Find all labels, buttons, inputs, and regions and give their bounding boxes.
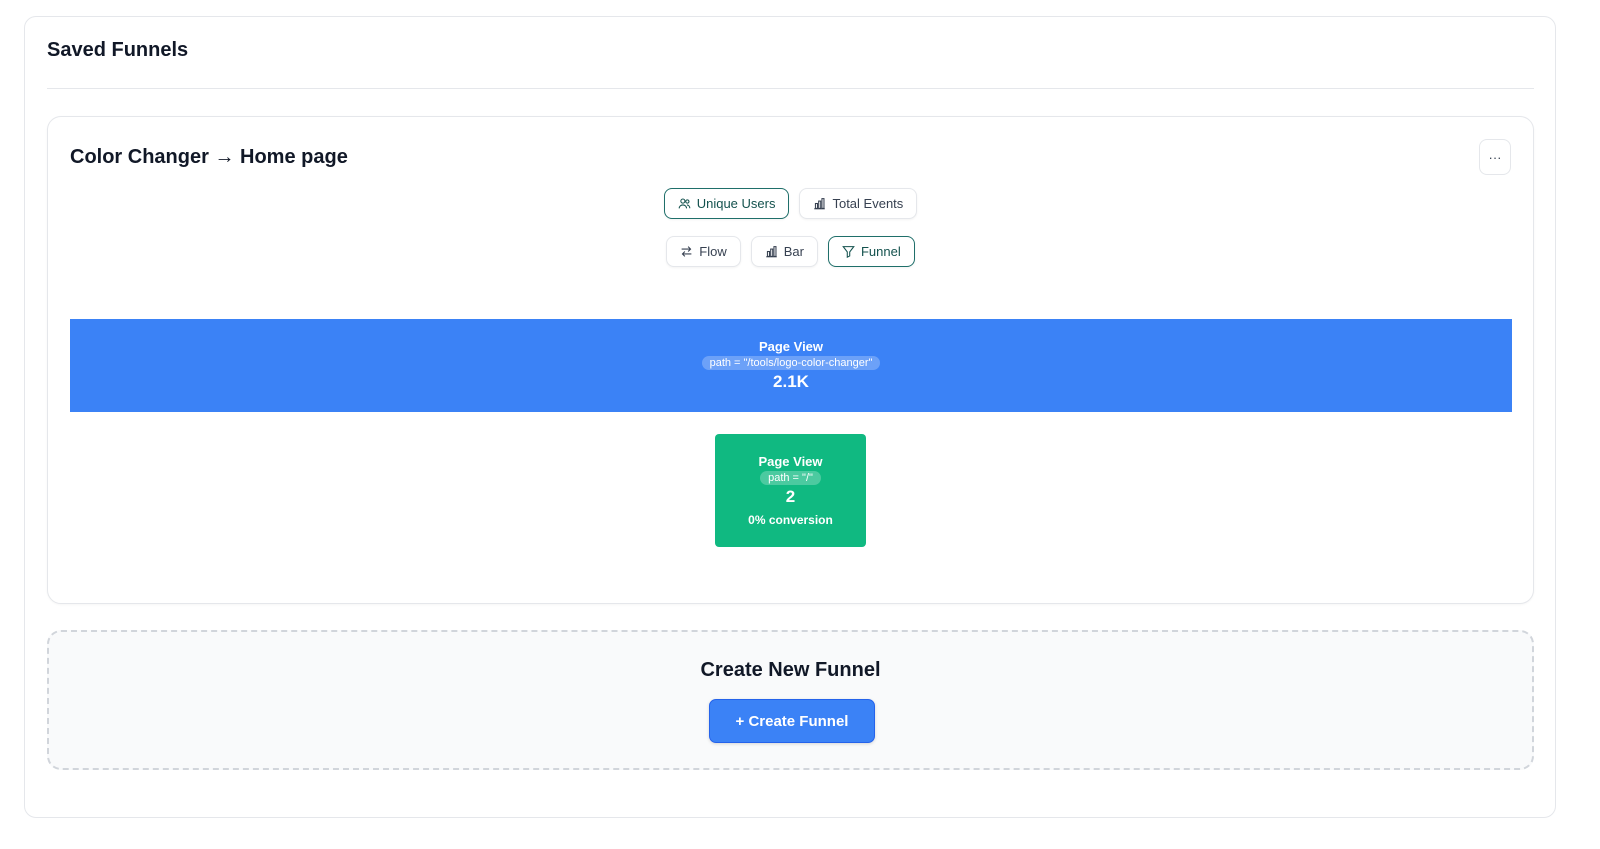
funnel-title: Color Changer → Home page [70, 146, 348, 168]
create-funnel-button[interactable]: + Create Funnel [709, 699, 875, 743]
create-funnel-panel: Create New Funnel + Create Funnel [47, 630, 1534, 770]
flow-view-toggle[interactable]: Flow [666, 236, 741, 267]
section-title: Saved Funnels [47, 39, 189, 61]
metric-toggle-group: Unique Users Total Events [48, 188, 1533, 219]
unique-users-toggle[interactable]: Unique Users [663, 188, 790, 219]
funnel-icon [842, 246, 855, 258]
arrows-swap-icon [681, 246, 692, 257]
funnel-card: Color Changer → Home page ··· Unique Use… [47, 116, 1534, 604]
funnel-label: Funnel [860, 244, 901, 259]
users-icon [678, 198, 691, 209]
unique-users-label: Unique Users [696, 196, 776, 211]
saved-funnels-panel: Saved Funnels Color Changer → Home page … [24, 16, 1556, 818]
step-filter-badge: path = "/tools/logo-color-changer" [701, 356, 881, 370]
create-funnel-title: Create New Funnel [700, 659, 881, 681]
bar-view-toggle[interactable]: Bar [750, 236, 818, 267]
funnel-view-toggle[interactable]: Funnel [827, 236, 915, 267]
divider [47, 88, 1534, 89]
funnel-step-1: Page View path = "/tools/logo-color-chan… [70, 319, 1512, 412]
total-events-label: Total Events [832, 196, 904, 211]
bar-label: Bar [783, 244, 804, 259]
step-value: 2.1K [773, 372, 809, 391]
step-filter-badge: path = "/" [760, 471, 821, 485]
total-events-toggle[interactable]: Total Events [799, 188, 918, 219]
bar-chart-icon [765, 246, 777, 258]
funnel-step-2: Page View path = "/" 2 0% conversion [715, 434, 866, 547]
bar-chart-icon [814, 198, 826, 210]
step-name: Page View [758, 339, 824, 354]
step-conversion: 0% conversion [748, 513, 833, 527]
step-value: 2 [785, 487, 796, 506]
more-options-button[interactable]: ··· [1479, 139, 1511, 175]
flow-label: Flow [699, 244, 727, 259]
step-name: Page View [758, 454, 823, 469]
view-toggle-group: Flow Bar Funnel [48, 236, 1533, 267]
